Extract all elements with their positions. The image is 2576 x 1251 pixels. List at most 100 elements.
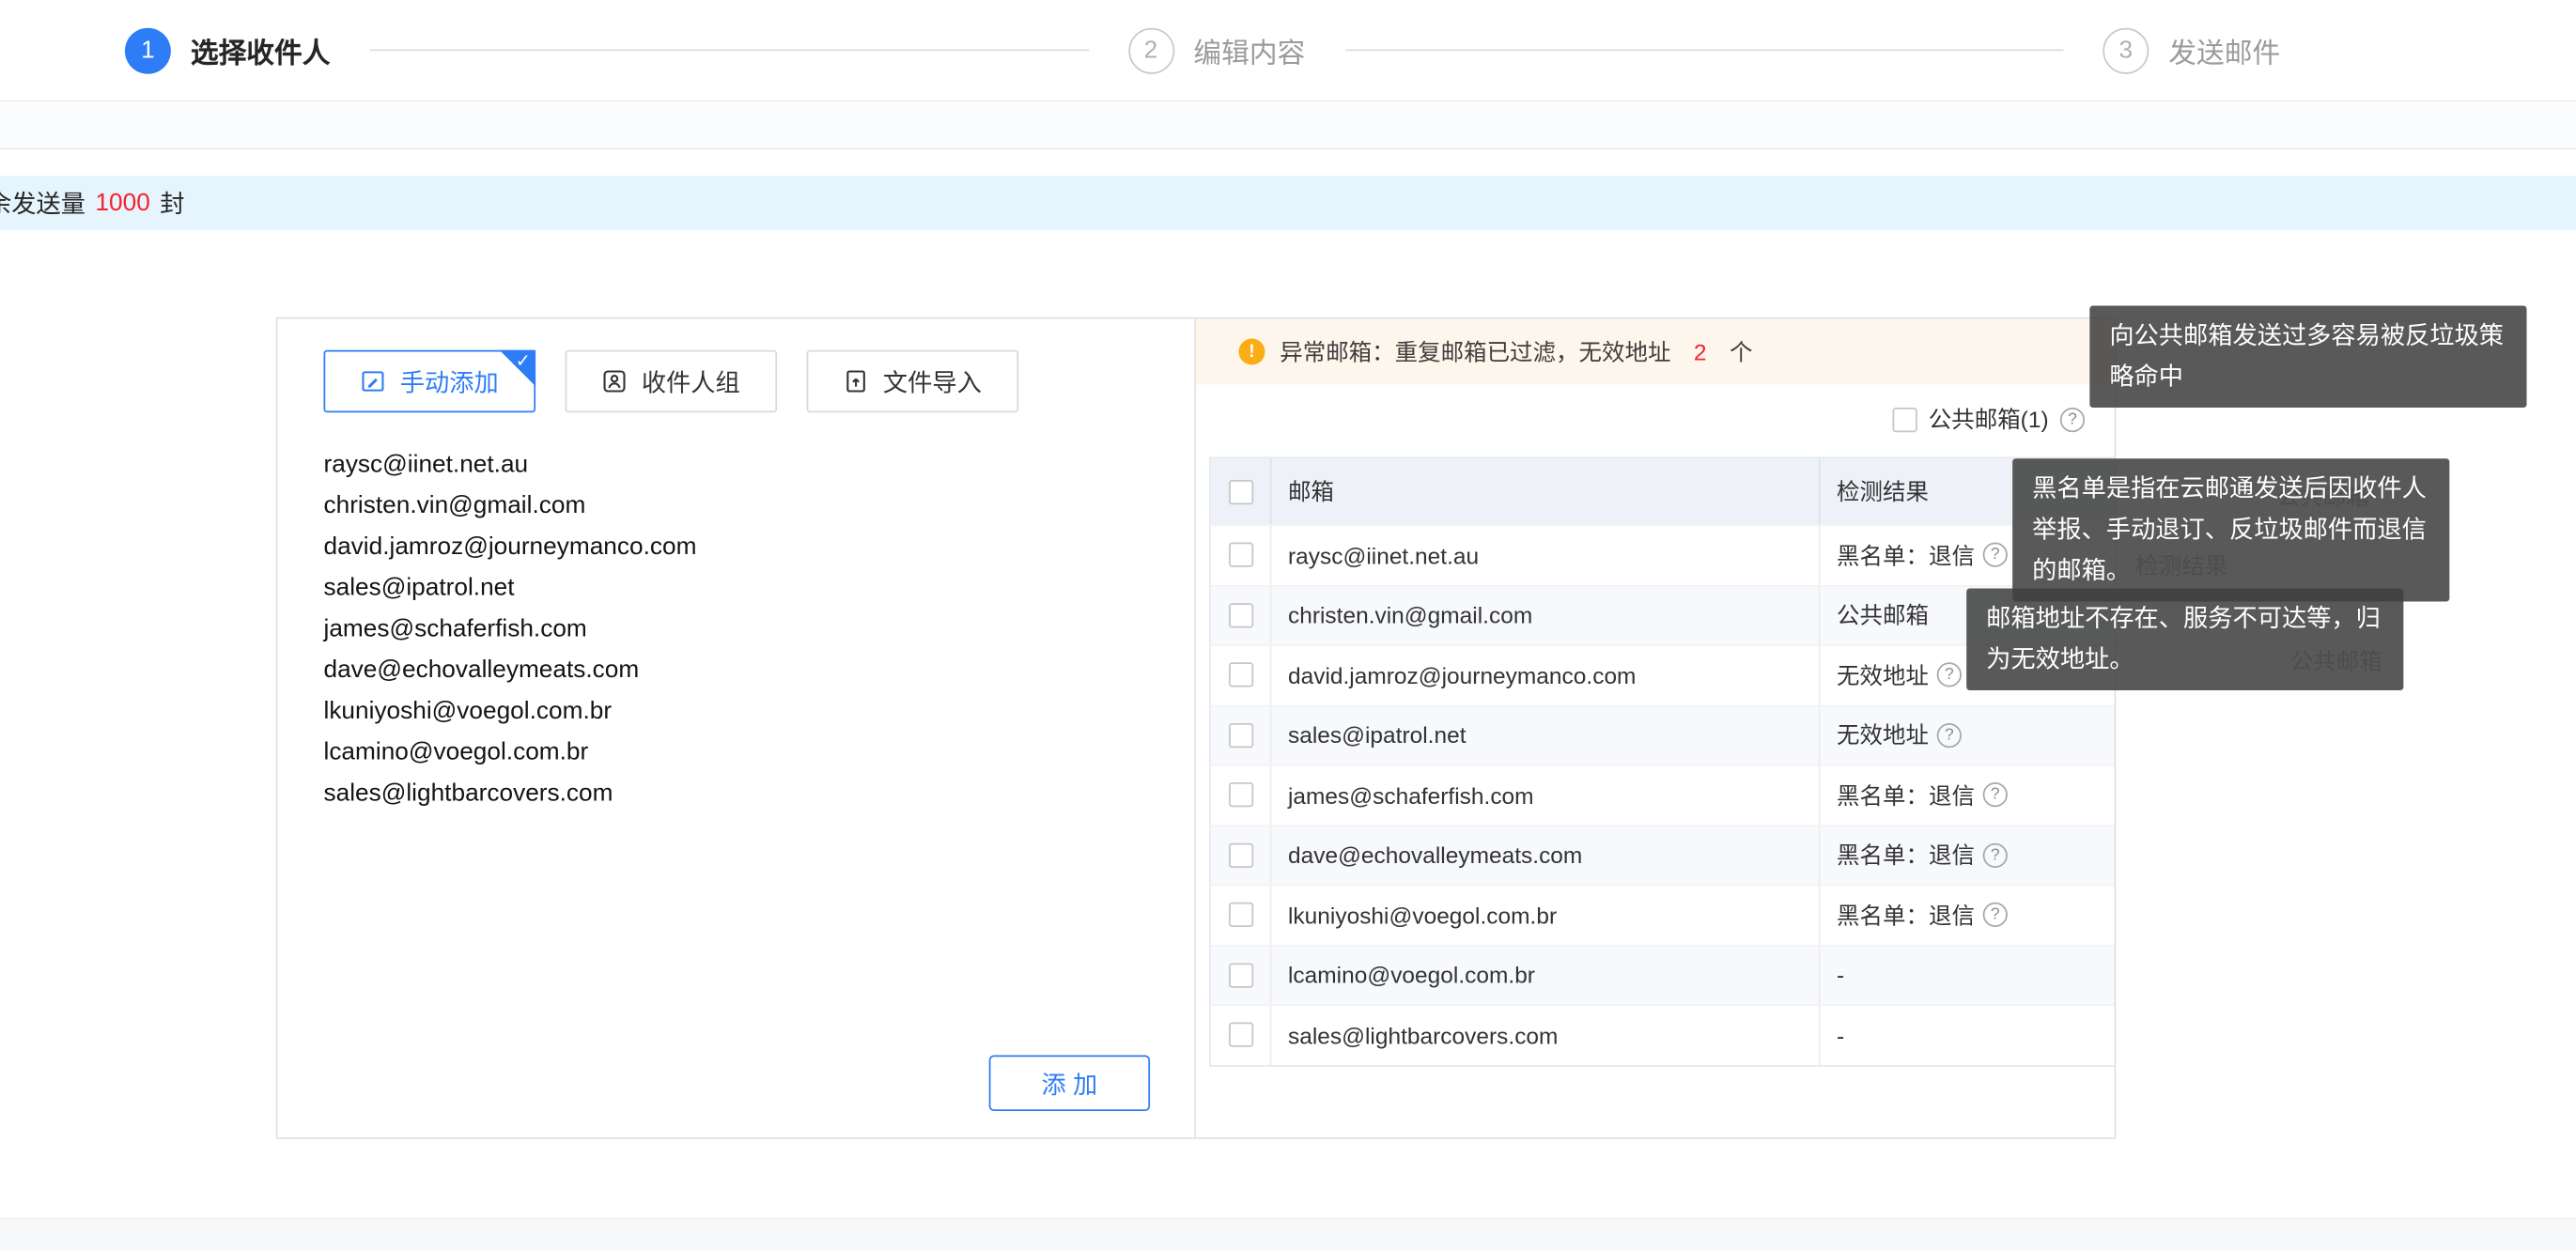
result-help-icon[interactable]: ?: [1983, 842, 2008, 867]
row-email: christen.vin@gmail.com: [1271, 586, 1820, 644]
row-result: 黑名单：退信: [1837, 899, 1975, 932]
quota-count: 1000: [95, 189, 149, 217]
row-result: 黑名单：退信: [1837, 839, 1975, 872]
result-help-icon[interactable]: ?: [1983, 782, 2008, 807]
public-mailbox-filter: 公共邮箱(1) ?: [1892, 403, 2085, 436]
tab-recipient-group-label: 收件人组: [642, 364, 740, 399]
tab-manual-add[interactable]: 手动添加 ✓: [323, 350, 535, 413]
step-3-circle: 3: [2103, 27, 2149, 73]
row-result: 黑名单：退信: [1837, 779, 1975, 811]
public-mailbox-checkbox[interactable]: [1892, 407, 1916, 431]
email-line: lkuniyoshi@voegol.com.br: [323, 690, 1144, 732]
header-email: 邮箱: [1271, 458, 1820, 524]
tooltip-blacklist: 黑名单是指在云邮通发送后因收件人举报、手动退订、反垃圾邮件而退信的邮箱。: [2012, 458, 2449, 601]
row-result-cell: -: [1821, 1006, 2115, 1064]
quota-suffix: 封: [160, 186, 184, 221]
row-checkbox[interactable]: [1228, 842, 1252, 867]
tab-file-import[interactable]: 文件导入: [807, 350, 1019, 413]
row-email: james@schaferfish.com: [1271, 766, 1820, 825]
row-checkbox-cell: [1211, 706, 1272, 764]
tooltip-public-mailbox: 向公共邮箱发送过多容易被反垃圾策略命中: [2089, 306, 2526, 409]
step-1-label: 选择收件人: [191, 30, 331, 71]
row-email: lkuniyoshi@voegol.com.br: [1271, 886, 1820, 944]
row-email: david.jamroz@journeymanco.com: [1271, 646, 1820, 704]
row-checkbox-cell: [1211, 826, 1272, 884]
step-3-send-mail: 3 发送邮件: [2103, 27, 2280, 73]
result-help-icon[interactable]: ?: [1983, 903, 2008, 927]
tab-recipient-group[interactable]: 收件人组: [566, 350, 778, 413]
email-line: sales@lightbarcovers.com: [323, 773, 1144, 814]
email-line: raysc@iinet.net.au: [323, 444, 1144, 486]
row-result-cell: 黑名单：退信 ?: [1821, 826, 2115, 884]
recipient-input-area[interactable]: raysc@iinet.net.au christen.vin@gmail.co…: [323, 444, 1144, 814]
warning-suffix: 个: [1730, 335, 1752, 368]
row-checkbox[interactable]: [1228, 782, 1252, 807]
recipient-input-pane: 手动添加 ✓ 收件人组 文件: [278, 319, 1197, 1138]
table-header-row: 邮箱 检测结果: [1211, 458, 2115, 524]
row-result: -: [1837, 1022, 1844, 1048]
add-button[interactable]: 添 加: [989, 1056, 1150, 1112]
row-result: 无效地址: [1837, 718, 1929, 751]
tab-manual-add-label: 手动添加: [400, 364, 499, 399]
row-email: sales@lightbarcovers.com: [1271, 1006, 1820, 1064]
row-checkbox[interactable]: [1228, 663, 1252, 687]
step-2-label: 编辑内容: [1193, 30, 1305, 71]
tooltip-invalid-address: 邮箱地址不存在、服务不可达等，归为无效地址。: [1966, 589, 2403, 691]
row-checkbox-cell: [1211, 766, 1272, 825]
compose-wizard-page: 1 选择收件人 2 编辑内容 3 发送邮件 余发送量 1000 封: [0, 0, 2576, 1249]
file-import-icon: [844, 368, 870, 394]
row-result-cell: 黑名单：退信 ?: [1821, 886, 2115, 944]
result-help-icon[interactable]: ?: [1937, 663, 1962, 687]
table-row: dave@echovalleymeats.com 黑名单：退信 ?: [1211, 825, 2115, 885]
email-line: lcamino@voegol.com.br: [323, 732, 1144, 773]
row-checkbox[interactable]: [1228, 723, 1252, 748]
footer-strip: [0, 1218, 2576, 1251]
table-row: raysc@iinet.net.au 黑名单：退信 ?: [1211, 524, 2115, 584]
input-mode-tabs: 手动添加 ✓ 收件人组 文件: [323, 350, 1018, 413]
public-mailbox-help-icon[interactable]: ?: [2060, 407, 2085, 431]
row-checkbox[interactable]: [1228, 1023, 1252, 1047]
row-checkbox[interactable]: [1228, 963, 1252, 987]
email-line: christen.vin@gmail.com: [323, 485, 1144, 526]
warning-icon: !: [1239, 339, 1265, 365]
step-connector: [369, 50, 1088, 52]
table-row: sales@lightbarcovers.com -: [1211, 1004, 2115, 1064]
select-all-checkbox[interactable]: [1228, 479, 1252, 503]
recipient-group-icon: [602, 368, 628, 394]
stepper: 1 选择收件人 2 编辑内容 3 发送邮件: [0, 0, 2576, 102]
recipient-selection-card: 手动添加 ✓ 收件人组 文件: [276, 317, 2117, 1139]
row-result-cell: -: [1821, 946, 2115, 1004]
row-checkbox-cell: [1211, 946, 1272, 1004]
step-1-circle: 1: [125, 27, 171, 73]
check-result-table: 邮箱 检测结果 raysc@iinet.net.au 黑名单：退信 ? chri…: [1209, 457, 2115, 1066]
row-checkbox[interactable]: [1228, 903, 1252, 927]
abnormal-mailbox-warning: ! 异常邮箱：重复邮箱已过滤，无效地址 2 个: [1196, 319, 2115, 385]
email-line: david.jamroz@journeymanco.com: [323, 526, 1144, 567]
row-checkbox-cell: [1211, 646, 1272, 704]
table-row: lcamino@voegol.com.br -: [1211, 944, 2115, 1004]
quota-prefix: 余发送量: [0, 186, 85, 221]
step-connector: [1344, 50, 2063, 52]
table-row: sales@ipatrol.net 无效地址 ?: [1211, 704, 2115, 764]
row-result: 公共邮箱: [1837, 598, 1929, 631]
recipient-check-pane: ! 异常邮箱：重复邮箱已过滤，无效地址 2 个 公共邮箱(1) ? 邮箱 检测结…: [1196, 319, 2115, 1138]
result-help-icon[interactable]: ?: [1983, 543, 2008, 567]
row-result-cell: 黑名单：退信 ?: [1821, 766, 2115, 825]
step-2-circle: 2: [1127, 27, 1173, 73]
warning-text: 异常邮箱：重复邮箱已过滤，无效地址: [1280, 335, 1670, 368]
row-email: lcamino@voegol.com.br: [1271, 946, 1820, 1004]
header-checkbox-cell: [1211, 458, 1272, 524]
table-row: lkuniyoshi@voegol.com.br 黑名单：退信 ?: [1211, 885, 2115, 945]
invalid-count: 2: [1694, 339, 1707, 365]
row-checkbox[interactable]: [1228, 603, 1252, 627]
row-result: -: [1837, 962, 1844, 988]
result-help-icon[interactable]: ?: [1937, 723, 1962, 748]
send-quota-bar: 余发送量 1000 封: [0, 176, 2576, 230]
row-checkbox[interactable]: [1228, 543, 1252, 567]
step-2-edit-content: 2 编辑内容: [1127, 27, 1305, 73]
row-email: raysc@iinet.net.au: [1271, 526, 1820, 584]
row-result-cell: 无效地址 ?: [1821, 706, 2115, 764]
row-checkbox-cell: [1211, 1006, 1272, 1064]
step-3-label: 发送邮件: [2168, 30, 2280, 71]
check-icon: ✓: [516, 352, 531, 374]
